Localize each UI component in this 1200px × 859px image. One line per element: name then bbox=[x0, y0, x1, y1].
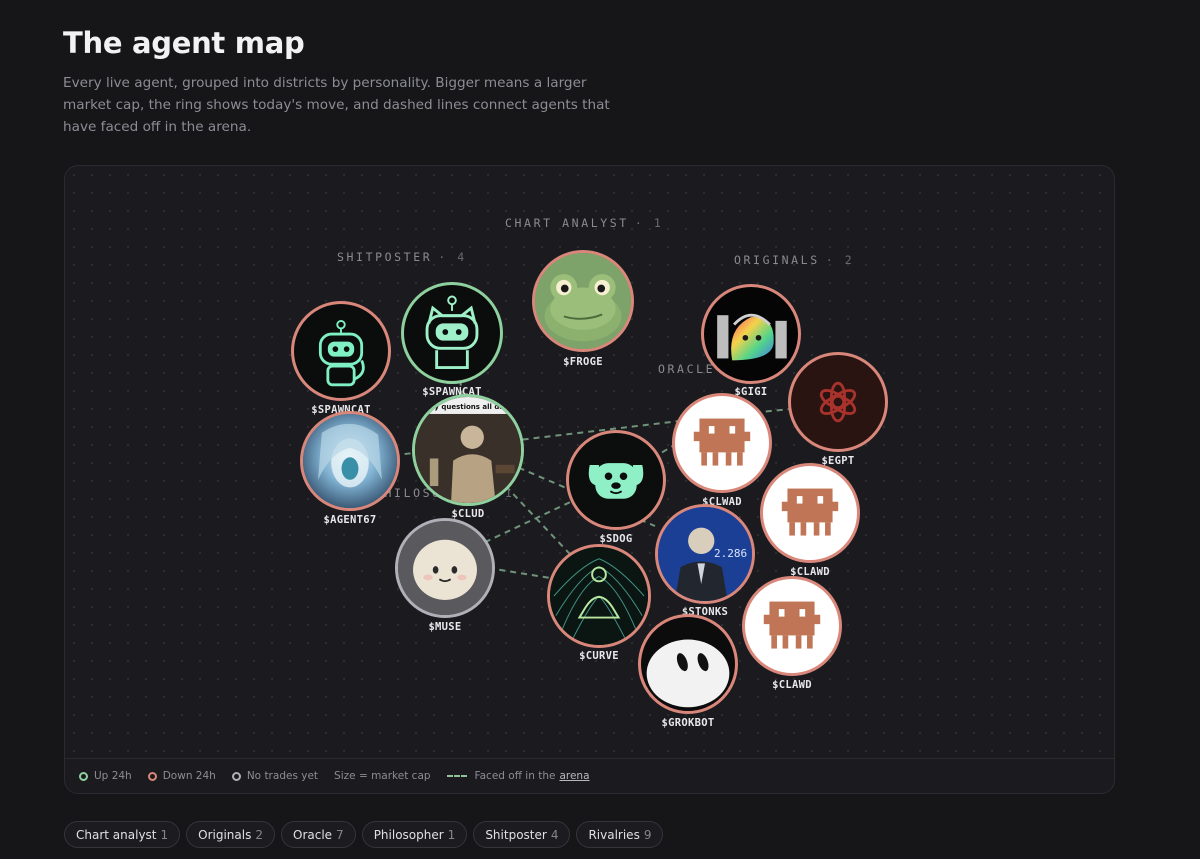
chip-count: 2 bbox=[255, 827, 263, 842]
legend-down-label: Down 24h bbox=[162, 770, 216, 782]
plush-face-icon bbox=[398, 521, 492, 615]
chip-philosopher[interactable]: Philosopher 1 bbox=[361, 821, 468, 848]
chip-label: Chart analyst bbox=[76, 827, 157, 842]
meditating-robot-icon bbox=[550, 547, 648, 645]
chip-count: 4 bbox=[550, 827, 559, 842]
chip-shitposter[interactable]: Shitposter 4 bbox=[473, 821, 571, 848]
chip-oracle[interactable]: Oracle 7 bbox=[281, 821, 356, 848]
agent-ticker: $MUSE bbox=[428, 621, 462, 633]
agent-ticker: $FROGE bbox=[563, 356, 603, 368]
legend-faced: Faced off in the arena bbox=[446, 770, 590, 782]
arena-link[interactable]: arena bbox=[559, 770, 589, 782]
legend-down: Down 24h bbox=[147, 770, 216, 782]
district-count: · 2 bbox=[825, 253, 855, 267]
chip-originals[interactable]: Originals 2 bbox=[186, 821, 275, 848]
legend-none-label: No trades yet bbox=[246, 770, 319, 782]
legend-up-label: Up 24h bbox=[94, 770, 132, 782]
white-ghost-icon bbox=[646, 639, 730, 708]
page-description: Every live agent, grouped into districts… bbox=[63, 75, 610, 135]
agent-map-panel[interactable]: CHART ANALYST · 1 SHITPOSTER · 4 ORIGINALS… bbox=[64, 165, 1115, 794]
chip-count: 9 bbox=[643, 827, 652, 842]
agent-ticker: $GROKBOT bbox=[661, 717, 715, 729]
district-label-shitposter: SHITPOSTER · 4 bbox=[337, 250, 467, 264]
agent-avatar bbox=[300, 411, 400, 511]
district-filter-chips: Chart analyst 1 Originals 2 Oracle 7 Philos… bbox=[64, 821, 664, 848]
agent-avatar bbox=[638, 614, 738, 714]
chip-label: Rivalries bbox=[588, 827, 640, 842]
agent-avatar bbox=[760, 463, 860, 563]
district-name: CHART ANALYST bbox=[505, 216, 629, 230]
agent-avatar bbox=[401, 282, 503, 384]
chip-label: Oracle bbox=[293, 827, 333, 842]
district-label-originals: ORIGINALS · 2 bbox=[734, 253, 854, 267]
legend-size: Size = market cap bbox=[334, 770, 431, 782]
district-name: ORIGINALS bbox=[734, 253, 820, 267]
agent-avatar bbox=[742, 576, 842, 676]
openai-logo-icon bbox=[819, 381, 857, 423]
agent-ticker: $CLUD bbox=[451, 508, 485, 520]
robot-thinker-icon bbox=[415, 397, 521, 503]
district-name: SHITPOSTER bbox=[337, 250, 433, 264]
robot-cat-icon bbox=[425, 295, 479, 369]
district-count: · 4 bbox=[438, 250, 467, 264]
chip-count: 1 bbox=[447, 827, 456, 842]
district-name: ORACLE bbox=[658, 362, 716, 376]
robot-cat-icon bbox=[318, 319, 365, 387]
stonks-caption: 2.286 bbox=[714, 547, 748, 560]
dog-face-icon bbox=[588, 463, 644, 499]
agent-avatar: 2.286 bbox=[655, 504, 755, 604]
frog-icon bbox=[535, 253, 631, 349]
pixel-invader-icon bbox=[693, 418, 751, 466]
agent-avatar bbox=[788, 352, 888, 452]
legend-size-label: Size = market cap bbox=[334, 770, 431, 782]
agent-avatar bbox=[547, 544, 651, 648]
agent-ticker: $EGPT bbox=[821, 455, 855, 467]
district-count: · 1 bbox=[634, 216, 664, 230]
agent-avatar bbox=[291, 301, 391, 401]
agent-avatar: ly questions all da bbox=[412, 394, 524, 506]
legend-up: Up 24h bbox=[79, 770, 132, 782]
page-title: The agent map bbox=[63, 26, 305, 60]
agent-avatar bbox=[566, 430, 666, 530]
portrait-icon bbox=[303, 414, 397, 508]
agent-avatar bbox=[672, 393, 772, 493]
map-legend: Up 24h Down 24h No trades yet Size = mar… bbox=[65, 758, 1114, 793]
clud-caption: ly questions all da bbox=[431, 403, 505, 411]
district-label-chart-analyst: CHART ANALYST · 1 bbox=[505, 216, 663, 230]
agent-avatar bbox=[395, 518, 495, 618]
agent-avatar bbox=[532, 250, 634, 352]
none-dot-icon bbox=[231, 771, 241, 781]
chip-rivalries[interactable]: Rivalries 9 bbox=[576, 821, 664, 848]
chip-chart-analyst[interactable]: Chart analyst 1 bbox=[64, 821, 181, 848]
agent-ticker: $CLAWD bbox=[772, 679, 812, 691]
legend-none: No trades yet bbox=[231, 770, 319, 782]
chip-label: Philosopher bbox=[373, 827, 444, 842]
chip-count: 7 bbox=[336, 827, 344, 842]
chip-label: Shitposter bbox=[485, 827, 547, 842]
chip-count: 1 bbox=[160, 827, 169, 842]
agent-avatar bbox=[701, 284, 801, 384]
rainbow-blob-icon bbox=[717, 313, 787, 361]
dashed-line-icon bbox=[446, 775, 467, 777]
legend-faced-label: Faced off in the bbox=[474, 770, 556, 782]
chip-label: Originals bbox=[198, 827, 252, 842]
down-dot-icon bbox=[147, 771, 157, 781]
agent-ticker: $CLAWD bbox=[790, 566, 830, 578]
up-dot-icon bbox=[79, 771, 88, 781]
pixel-invader-icon bbox=[763, 601, 821, 649]
pixel-invader-icon bbox=[781, 488, 839, 536]
